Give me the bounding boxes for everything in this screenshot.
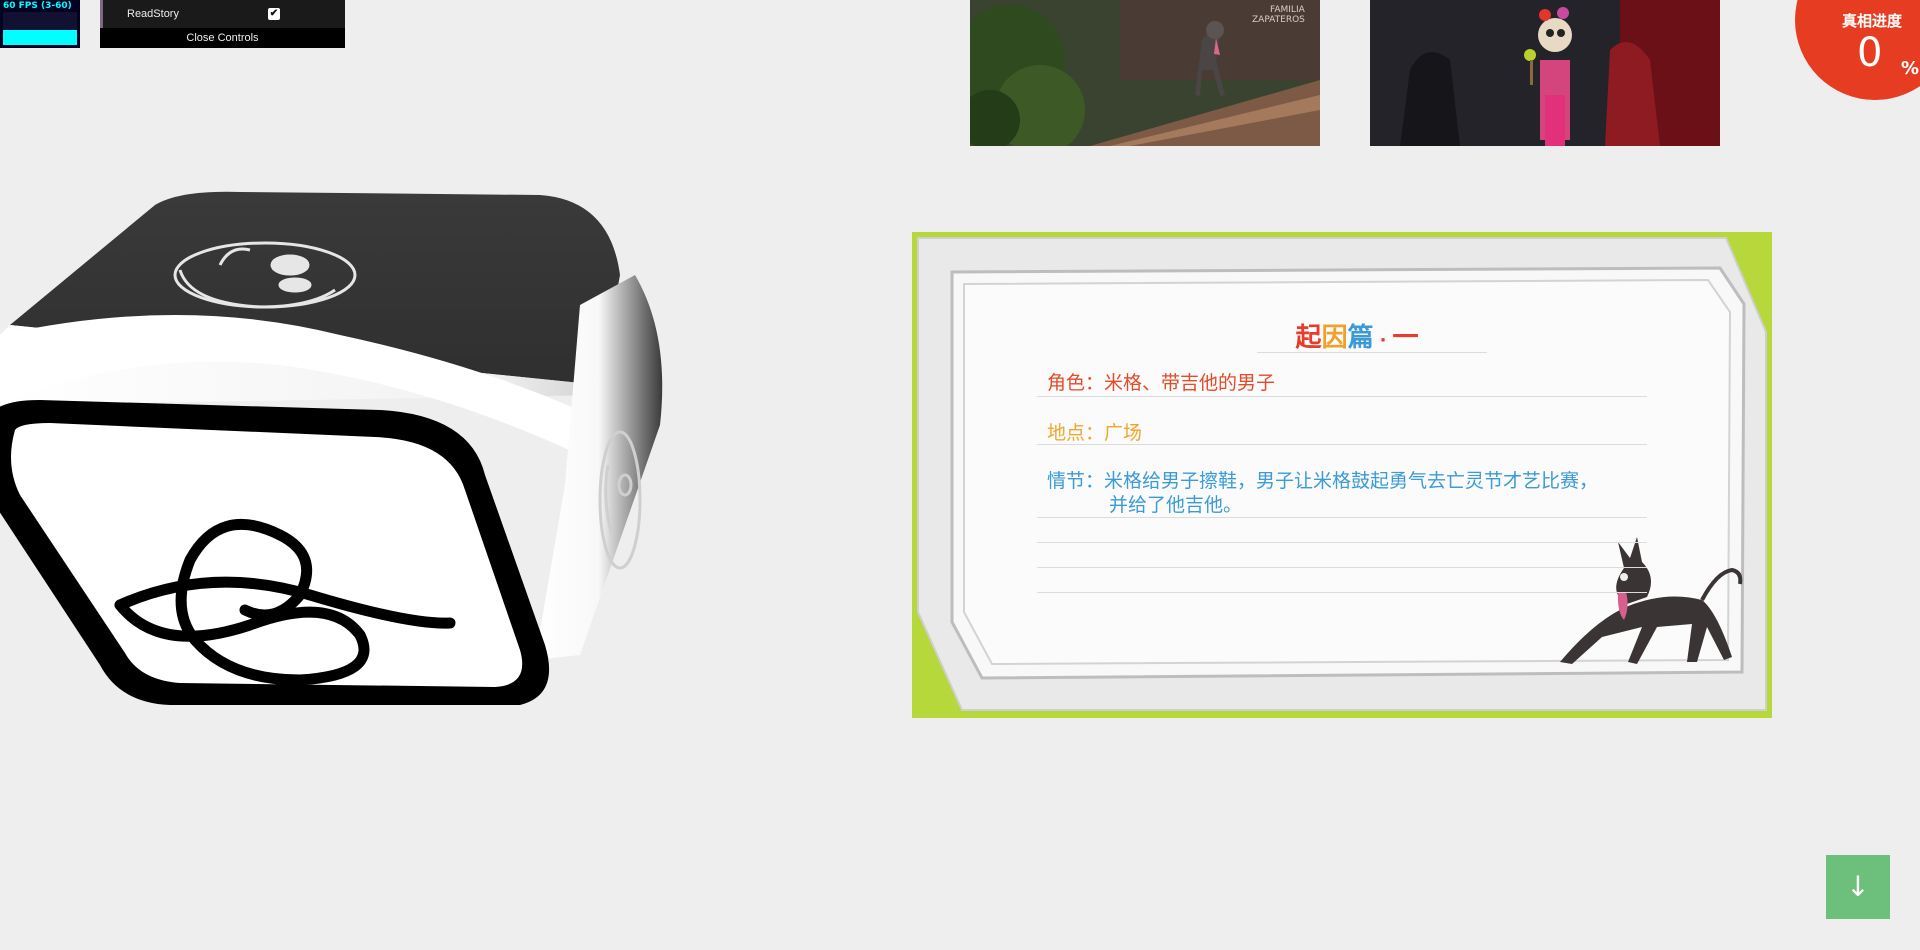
truth-progress-badge: 真相进度 0 %	[1795, 0, 1920, 100]
fps-graph-bar	[3, 30, 77, 45]
story-dice[interactable]	[0, 185, 680, 765]
story-plot-line1: 情节：米格给男子擦鞋，男子让米格鼓起勇气去亡灵节才艺比赛，	[1047, 470, 1599, 492]
ruled-line	[1037, 517, 1647, 518]
story-title: 起因篇 · 一	[1237, 317, 1477, 354]
shop-sign-text: FAMILIA	[1270, 5, 1306, 15]
title-part: 因	[1321, 323, 1348, 353]
control-row-readstory[interactable]: ReadStory ✔	[100, 0, 345, 28]
story-card: 起因篇 · 一 角色：米格、带吉他的男子 地点：广场 情节：米格给男子擦鞋，男子让米…	[912, 232, 1772, 718]
shop-sign-text: ZAPATEROS	[1252, 15, 1305, 25]
control-label: ReadStory	[127, 8, 179, 20]
progress-value: 0	[1857, 30, 1883, 76]
title-part: 起	[1295, 323, 1322, 353]
arrow-down-icon: ↓	[1846, 870, 1870, 903]
fps-readout: 60 FPS (3-60)	[3, 1, 72, 11]
story-role: 角色：米格、带吉他的男子	[1047, 372, 1276, 394]
ruled-line	[1037, 396, 1647, 397]
dog-scene-thumbnail: FAMILIA ZAPATEROS	[970, 0, 1320, 146]
ruled-line	[1037, 567, 1647, 568]
story-place: 地点：广场	[1047, 422, 1143, 444]
title-underline	[1257, 352, 1487, 353]
ruled-line	[1037, 444, 1647, 445]
controls-panel: ReadStory ✔ Close Controls	[100, 0, 345, 48]
frida-scene-illustration	[1370, 0, 1720, 146]
story-plot-line2: 并给了他吉他。	[1109, 494, 1243, 516]
dog-scene-illustration: FAMILIA ZAPATEROS	[970, 0, 1320, 146]
scroll-down-button[interactable]: ↓	[1826, 855, 1890, 919]
progress-unit: %	[1901, 58, 1920, 79]
title-separator: ·	[1379, 330, 1387, 351]
dice-graphic	[0, 191, 663, 705]
title-part: 一	[1392, 323, 1419, 353]
ruled-line	[1037, 542, 1647, 543]
title-part: 篇	[1347, 323, 1374, 353]
ruled-line	[1037, 592, 1647, 593]
progress-label: 真相进度	[1842, 12, 1903, 30]
frida-scene-thumbnail	[1370, 0, 1720, 146]
readstory-checkbox[interactable]: ✔	[268, 8, 280, 20]
fps-graph	[3, 12, 77, 45]
story-plot: 情节：米格给男子擦鞋，男子让米格鼓起勇气去亡灵节才艺比赛， 并给了他吉他。	[1047, 469, 1647, 517]
close-controls-button[interactable]: Close Controls	[100, 28, 345, 48]
fps-stats-panel[interactable]: 60 FPS (3-60)	[0, 0, 80, 48]
